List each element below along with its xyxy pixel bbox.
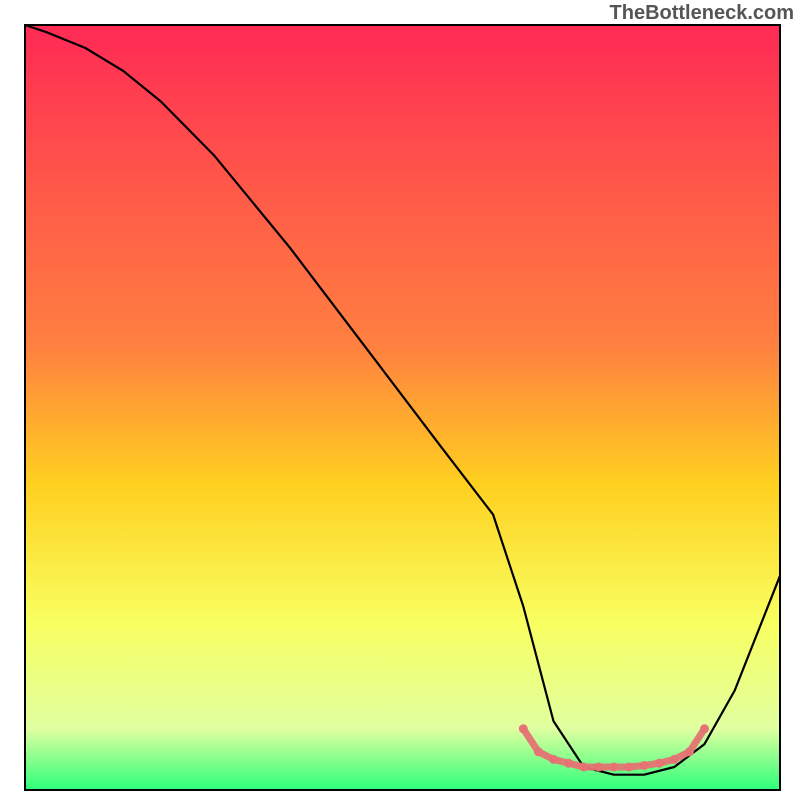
watermark-text: TheBottleneck.com xyxy=(610,2,794,25)
marker-point xyxy=(564,759,573,768)
marker-point xyxy=(655,759,664,768)
chart-container: TheBottleneck.com xyxy=(0,0,800,800)
plot-area xyxy=(25,25,780,790)
marker-point xyxy=(609,763,618,772)
marker-point xyxy=(685,747,694,756)
marker-point xyxy=(549,755,558,764)
marker-point xyxy=(534,747,543,756)
marker-point xyxy=(625,763,634,772)
marker-point xyxy=(640,761,649,770)
marker-point xyxy=(594,763,603,772)
marker-point xyxy=(700,724,709,733)
marker-point xyxy=(519,724,528,733)
bottleneck-chart xyxy=(0,0,800,800)
marker-point xyxy=(670,755,679,764)
marker-point xyxy=(579,763,588,772)
gradient-background xyxy=(25,25,780,790)
